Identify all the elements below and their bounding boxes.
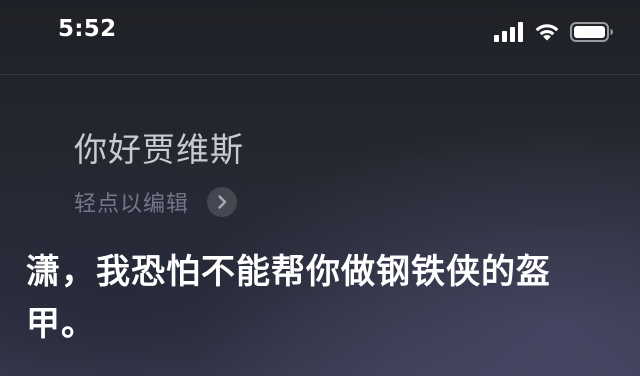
tap-to-edit-row[interactable]: 轻点以编辑: [74, 186, 244, 218]
siri-query-block[interactable]: 你好贾维斯 轻点以编辑: [74, 128, 244, 218]
chevron-right-icon[interactable]: [207, 187, 238, 217]
status-time: 5:52: [58, 16, 117, 42]
tap-to-edit-hint[interactable]: 轻点以编辑: [74, 186, 189, 218]
siri-response-text: 潇，我恐怕不能帮你做钢铁侠的盔甲。: [26, 252, 551, 344]
status-icons: [494, 21, 614, 43]
cellular-signal-icon: [494, 22, 524, 42]
wifi-icon: [534, 22, 560, 42]
battery-icon: [570, 21, 614, 43]
status-divider: [0, 74, 640, 75]
siri-response-block: 潇，我恐怕不能帮你做钢铁侠的盔甲。: [26, 246, 586, 350]
status-bar: 5:52: [0, 0, 640, 70]
siri-query-text[interactable]: 你好贾维斯: [74, 128, 244, 172]
